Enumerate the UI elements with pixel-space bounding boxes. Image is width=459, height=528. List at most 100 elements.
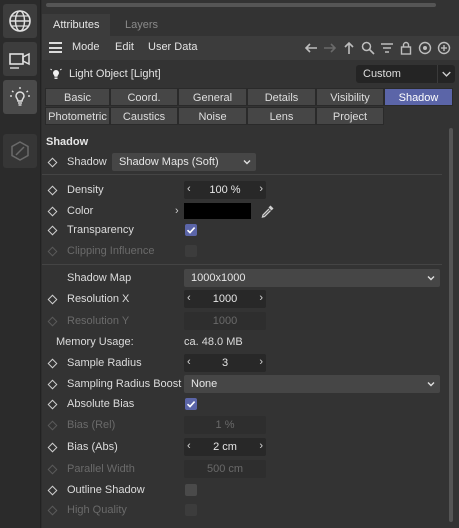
tab-caustics[interactable]: Caustics xyxy=(110,107,178,125)
eyedropper-icon[interactable] xyxy=(260,203,276,219)
horizontal-scrollbar[interactable] xyxy=(46,3,436,7)
back-arrow-icon[interactable] xyxy=(304,40,318,56)
bias-rel-field: 1 % xyxy=(184,416,266,434)
tab-photometric[interactable]: Photometric xyxy=(45,107,110,125)
object-title: Light Object [Light] xyxy=(69,68,161,80)
high-quality-checkbox xyxy=(185,504,197,516)
tab-layers[interactable]: Layers xyxy=(114,14,169,36)
tool-strip xyxy=(0,0,41,528)
density-label: Density xyxy=(67,184,104,196)
tab-visibility[interactable]: Visibility xyxy=(316,88,384,106)
keyframe-diamond-icon[interactable] xyxy=(47,358,58,369)
chevron-down-icon xyxy=(437,65,451,83)
resolution-x-value: 1000 xyxy=(212,293,238,305)
target-icon[interactable] xyxy=(418,40,432,56)
disabled-tool-icon xyxy=(11,141,29,161)
tab-lens[interactable]: Lens xyxy=(247,107,316,125)
filter-icon[interactable] xyxy=(380,40,394,56)
increment-arrow-icon[interactable]: › xyxy=(259,183,263,195)
chevron-down-icon xyxy=(427,382,435,387)
sample-radius-row: Sample Radius ‹ 3 › xyxy=(42,354,442,374)
forward-arrow-icon[interactable] xyxy=(323,40,337,56)
keyframe-diamond-icon[interactable] xyxy=(47,399,58,410)
expand-arrow-icon[interactable]: › xyxy=(175,205,179,217)
color-swatch[interactable] xyxy=(184,203,251,219)
tab-attributes[interactable]: Attributes xyxy=(42,14,111,36)
section-title: Shadow xyxy=(46,136,89,148)
keyframe-diamond-icon[interactable] xyxy=(47,225,58,236)
outline-shadow-label: Outline Shadow xyxy=(67,484,145,496)
shadow-type-dropdown[interactable]: Shadow Maps (Soft) xyxy=(112,153,256,171)
increment-arrow-icon[interactable]: › xyxy=(259,292,263,304)
increment-arrow-icon[interactable]: › xyxy=(259,440,263,452)
tab-noise[interactable]: Noise xyxy=(178,107,247,125)
keyframe-diamond-icon[interactable] xyxy=(47,294,58,305)
menu-mode[interactable]: Mode xyxy=(72,41,100,53)
lock-icon[interactable] xyxy=(399,40,413,56)
light-bulb-icon xyxy=(50,68,62,79)
up-arrow-icon[interactable] xyxy=(342,40,356,56)
bias-rel-label: Bias (Rel) xyxy=(67,419,116,431)
density-field[interactable]: ‹ 100 % › xyxy=(184,181,266,199)
tab-basic[interactable]: Basic xyxy=(45,88,110,106)
keyframe-diamond-icon xyxy=(47,316,58,327)
add-icon[interactable] xyxy=(437,40,451,56)
tab-general[interactable]: General xyxy=(178,88,247,106)
resolution-x-field[interactable]: ‹ 1000 › xyxy=(184,290,266,308)
search-icon[interactable] xyxy=(361,40,375,56)
resolution-y-row: Resolution Y 1000 xyxy=(42,312,442,332)
high-quality-row: High Quality xyxy=(42,501,442,521)
bias-rel-row: Bias (Rel) 1 % xyxy=(42,416,442,436)
bias-abs-field[interactable]: ‹ 2 cm › xyxy=(184,438,266,456)
globe-tool-button[interactable] xyxy=(3,4,37,38)
keyframe-diamond-icon[interactable] xyxy=(47,485,58,496)
shadow-map-label: Shadow Map xyxy=(67,272,132,284)
preset-select[interactable]: Custom xyxy=(356,65,455,83)
resolution-y-label: Resolution Y xyxy=(67,315,130,327)
high-quality-label: High Quality xyxy=(67,504,127,516)
increment-arrow-icon[interactable]: › xyxy=(259,356,263,368)
color-row: Color › xyxy=(42,202,442,222)
tab-details[interactable]: Details xyxy=(247,88,316,106)
bias-abs-row: Bias (Abs) ‹ 2 cm › xyxy=(42,438,442,458)
parallel-width-field: 500 cm xyxy=(184,460,266,478)
color-label: Color xyxy=(67,205,94,217)
shadow-map-dropdown[interactable]: 1000x1000 xyxy=(184,269,440,287)
transparency-label: Transparency xyxy=(67,224,134,236)
hamburger-menu-icon[interactable] xyxy=(49,42,62,53)
keyframe-diamond-icon[interactable] xyxy=(47,185,58,196)
menu-user-data[interactable]: User Data xyxy=(148,41,198,53)
light-bulb-icon xyxy=(10,87,30,106)
light-tool-button[interactable] xyxy=(3,80,37,114)
sampling-radius-boost-dropdown[interactable]: None xyxy=(184,375,440,393)
camera-tool-button[interactable] xyxy=(3,42,37,76)
keyframe-diamond-icon xyxy=(47,420,58,431)
keyframe-diamond-icon[interactable] xyxy=(47,442,58,453)
sample-radius-label: Sample Radius xyxy=(67,357,142,369)
tab-project[interactable]: Project xyxy=(316,107,384,125)
shadow-type-value: Shadow Maps (Soft) xyxy=(119,156,219,168)
chevron-down-icon xyxy=(427,276,435,281)
menu-edit[interactable]: Edit xyxy=(115,41,134,53)
resolution-y-field: 1000 xyxy=(184,312,266,330)
vertical-scrollbar[interactable] xyxy=(449,128,453,522)
transparency-row: Transparency xyxy=(42,221,442,241)
keyframe-diamond-icon[interactable] xyxy=(47,157,58,168)
absolute-bias-label: Absolute Bias xyxy=(67,398,135,410)
checkmark-icon xyxy=(186,227,196,234)
outline-shadow-row: Outline Shadow xyxy=(42,481,442,501)
absolute-bias-checkbox[interactable] xyxy=(185,398,197,410)
keyframe-diamond-icon[interactable] xyxy=(47,206,58,217)
keyframe-diamond-icon[interactable] xyxy=(47,379,58,390)
tab-coord[interactable]: Coord. xyxy=(110,88,178,106)
sample-radius-field[interactable]: ‹ 3 › xyxy=(184,354,266,372)
disabled-tool-button[interactable] xyxy=(3,134,37,168)
bias-rel-value: 1 % xyxy=(215,419,235,431)
clipping-influence-label: Clipping Influence xyxy=(67,245,155,257)
tab-shadow[interactable]: Shadow xyxy=(384,88,453,106)
transparency-checkbox[interactable] xyxy=(185,224,197,236)
memory-usage-value: ca. 48.0 MB xyxy=(184,336,243,348)
bias-abs-value: 2 cm xyxy=(213,441,237,453)
outline-shadow-checkbox[interactable] xyxy=(185,484,197,496)
parallel-width-label: Parallel Width xyxy=(67,463,135,475)
